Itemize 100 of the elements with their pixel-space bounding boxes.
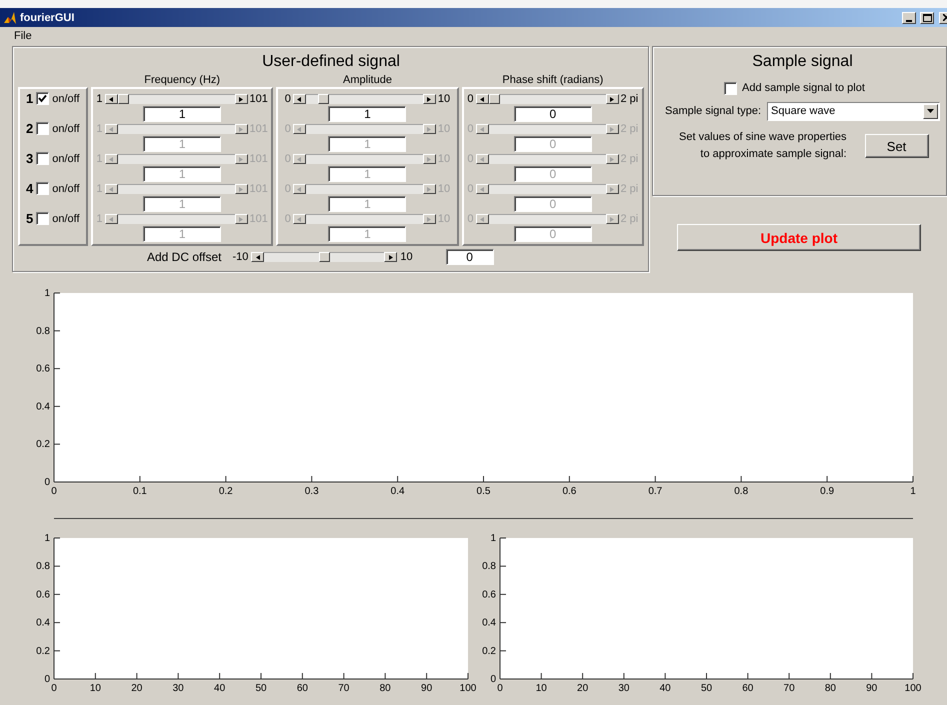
tick-label: 0.2 [36,646,50,657]
left-arrow-icon [480,126,484,132]
checkbox-label: on/off [52,152,80,166]
tick-label: 1 [490,533,496,544]
maximize-button[interactable] [920,12,934,24]
slider-thumb[interactable] [318,94,330,104]
slider-thumb[interactable] [489,94,500,104]
right-arrow-icon [610,156,614,162]
component-number: 2 [26,122,34,136]
tick-label: 0.2 [218,486,233,497]
checkbox[interactable] [724,82,737,94]
minimize-icon [906,20,912,22]
panel-title: Sample signal [751,52,854,72]
left-arrow-button[interactable] [251,252,264,262]
right-arrow-icon [388,254,393,260]
check-icon [38,94,48,103]
right-arrow-button[interactable] [422,94,436,104]
left-arrow-icon [297,126,302,132]
slider-min-label: 1 [96,93,103,105]
right-arrow-button[interactable] [234,94,248,104]
tick-label: 0.8 [734,486,748,497]
left-arrow-icon [109,126,114,132]
slider[interactable] [104,94,248,104]
slider[interactable] [476,94,618,104]
left-arrow-icon [297,186,302,192]
left-arrow-button[interactable] [292,94,306,104]
slider-max-label: 10 [400,251,413,263]
right-arrow-icon [427,186,432,192]
slider-max-label: 10 [438,93,450,105]
column-header: Amplitude [342,74,393,86]
slider-min-label: 0 [467,93,474,105]
panel-title: User-defined signal [261,52,401,72]
component-number: 4 [26,182,34,196]
tick-label: 0.6 [36,589,50,600]
dc-offset-field[interactable]: 0 [446,249,494,265]
tick-label: 0.4 [36,618,50,629]
left-arrow-icon [297,216,302,222]
tick-label: 0 [51,486,57,497]
update-plot-button[interactable]: Update plot [677,224,921,251]
left-arrow-icon [480,156,484,162]
tick-label: 1 [910,486,916,497]
slider[interactable] [292,94,436,104]
right-arrow-icon [239,96,244,102]
signal-type-dropdown[interactable]: Square wave [767,102,940,120]
tick-label: 0.7 [648,486,662,497]
set-hint-text: Set values of sine wave properties to approximate sample signal: [678,130,847,162]
window-title: fourierGUI [20,12,74,24]
left-arrow-icon [109,186,114,192]
slider-min-label: 0 [284,93,291,105]
component-number: 1 [26,92,34,106]
dropdown-arrow-icon [927,109,934,113]
tick-label: 0 [497,683,503,694]
signal-type-label: Sample signal type: [665,104,761,118]
left-arrow-icon [297,156,302,162]
checkbox-label: on/off [52,212,80,226]
tick-label: 0 [490,674,496,685]
tick-label: 0.4 [482,618,496,629]
checkbox[interactable] [36,92,50,105]
slider-thumb[interactable] [118,94,130,104]
tick-label: 0 [51,683,57,694]
tick-label: 0.6 [36,364,50,375]
tick-label: 60 [296,683,308,694]
tick-label: 40 [660,683,671,694]
set-button[interactable]: Set [864,134,929,158]
tick-label: 0.6 [482,589,496,600]
right-arrow-icon [610,126,614,132]
value-field[interactable]: 1 [143,106,222,122]
tick-label: 0.6 [562,486,576,497]
checkbox-label: Add sample signal to plot [742,81,865,95]
tick-label: 20 [131,683,142,694]
tick-label: 0 [44,477,50,488]
right-arrow-button[interactable] [384,252,398,262]
tick-label: 0.2 [36,439,50,450]
left-arrow-button[interactable] [476,94,488,104]
component-number: 5 [26,212,34,226]
minimize-button[interactable] [902,12,916,24]
left-arrow-icon [480,186,484,192]
tick-label: 20 [577,683,588,694]
value-field[interactable]: 1 [328,106,406,122]
tick-label: 90 [421,683,432,694]
left-arrow-icon [109,96,114,102]
tick-label: 50 [255,683,267,694]
right-arrow-icon [610,186,614,192]
tick-label: 0.4 [36,401,50,412]
left-arrow-icon [109,156,114,162]
right-arrow-button[interactable] [606,94,618,104]
app-logo-icon [3,10,17,24]
tick-label: 100 [460,683,476,694]
tick-label: 60 [742,683,754,694]
left-arrow-button[interactable] [104,94,118,104]
checkbox-label: on/off [52,92,80,106]
left-arrow-icon [480,216,484,222]
slider-thumb[interactable] [319,252,330,262]
menu-item[interactable]: File [8,30,38,42]
tick-label: 70 [338,683,350,694]
tick-label: 1 [44,288,50,299]
slider[interactable] [251,252,398,262]
value-field[interactable]: 0 [514,106,592,122]
left-arrow-icon [480,96,484,102]
dropdown-button[interactable] [923,104,938,118]
